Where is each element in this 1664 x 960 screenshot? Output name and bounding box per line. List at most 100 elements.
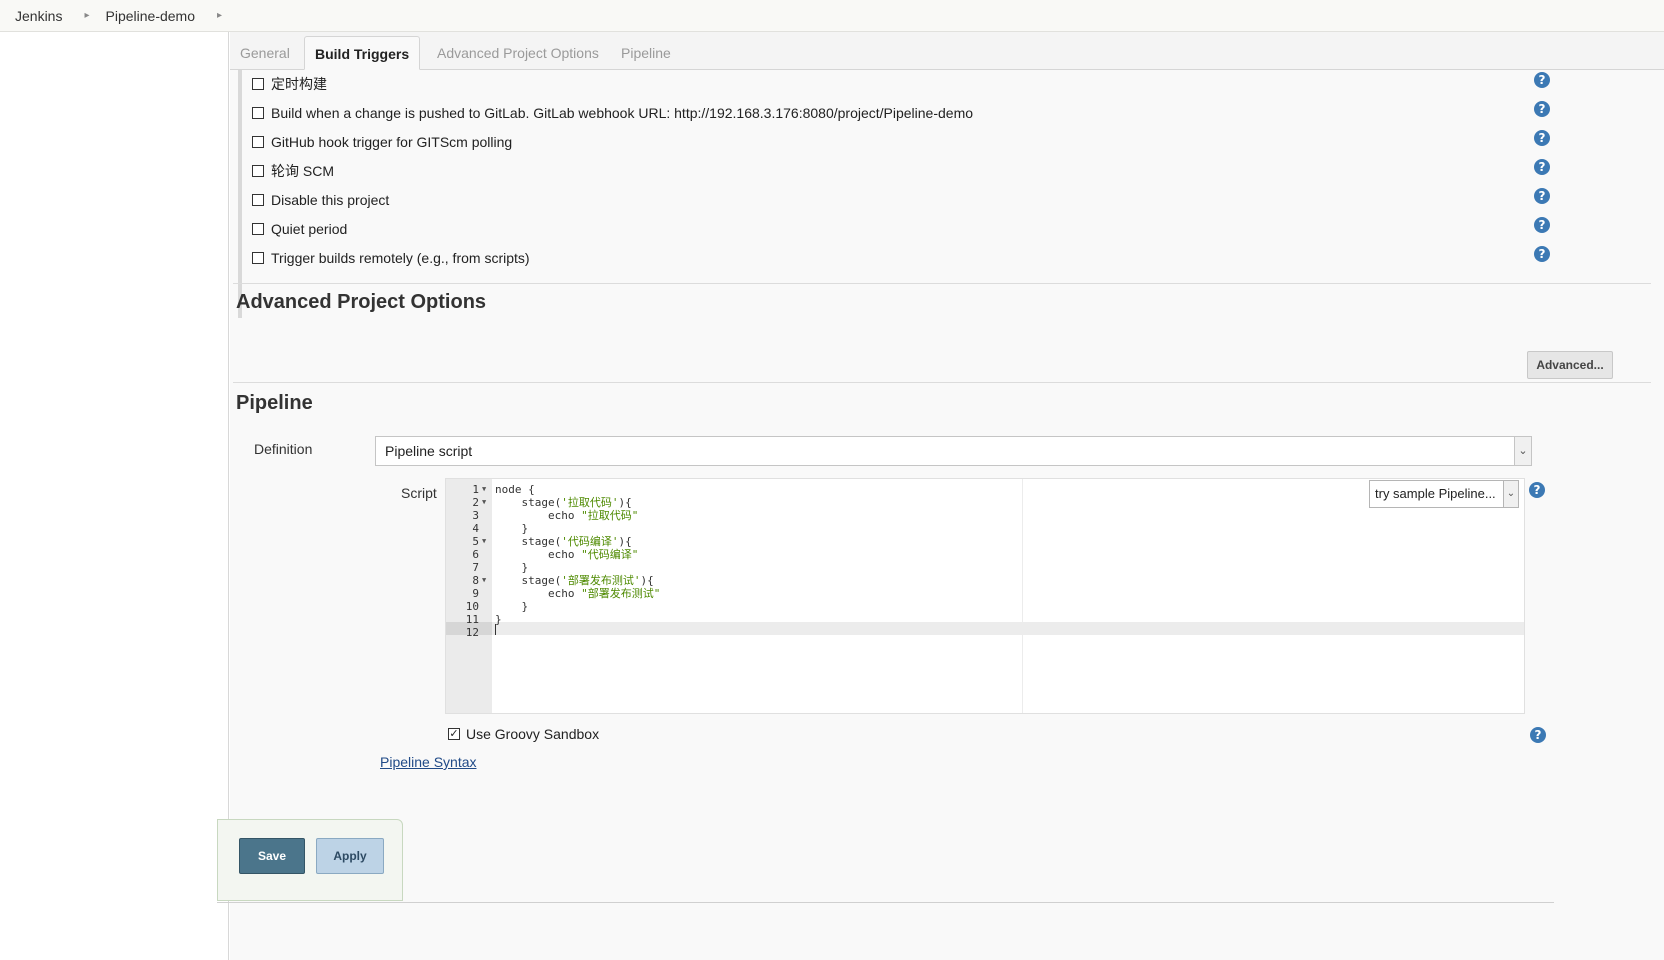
fold-toggle-icon[interactable]: ▼ <box>482 574 486 587</box>
fold-toggle-icon[interactable]: ▼ <box>482 535 486 548</box>
section-divider <box>233 382 1651 383</box>
code-line: 10 } <box>446 600 1524 613</box>
help-icon[interactable]: ? <box>1534 217 1550 233</box>
tab-pipeline[interactable]: Pipeline <box>611 36 681 70</box>
help-icon[interactable]: ? <box>1534 72 1550 88</box>
code-line: 11} <box>446 613 1524 626</box>
advanced-button[interactable]: Advanced... <box>1527 351 1613 379</box>
trigger-label: Trigger builds remotely (e.g., from scri… <box>271 250 530 266</box>
string-literal: "拉取代码" <box>581 509 639 522</box>
help-icon[interactable]: ? <box>1534 130 1550 146</box>
help-icon[interactable]: ? <box>1534 246 1550 262</box>
code-text: echo "拉取代码" <box>495 509 639 522</box>
string-literal: "部署发布测试" <box>581 587 661 600</box>
code-line: 12 <box>446 626 1524 639</box>
code-line: 2 ▼ stage('拉取代码'){ <box>446 496 1524 509</box>
code-line: 4 } <box>446 522 1524 535</box>
apply-button[interactable]: Apply <box>316 838 384 874</box>
script-editor[interactable]: 1 ▼ node {2 ▼ stage('拉取代码'){3 echo "拉取代码" 4 … <box>445 478 1525 714</box>
script-label: Script <box>401 485 437 501</box>
groovy-sandbox-row: ✓ Use Groovy Sandbox <box>448 726 599 742</box>
section-divider <box>233 283 1651 284</box>
line-number: 4 <box>472 522 479 535</box>
code-text: stage('拉取代码'){ <box>495 496 632 509</box>
code-text: node { <box>495 483 535 496</box>
breadcrumb-separator-icon[interactable]: ▸ <box>217 10 222 21</box>
code-text: } <box>495 522 529 535</box>
pipeline-syntax-link[interactable]: Pipeline Syntax <box>380 754 477 770</box>
trigger-label: Build when a change is pushed to GitLab.… <box>271 105 974 121</box>
code-line: 7 } <box>446 561 1524 574</box>
breadcrumb-separator-icon[interactable]: ▸ <box>84 10 89 21</box>
tab-advanced-project-options[interactable]: Advanced Project Options <box>427 36 609 70</box>
trigger-checkbox[interactable] <box>252 194 264 206</box>
save-button[interactable]: Save <box>239 838 305 874</box>
trigger-label: 定时构建 <box>271 76 327 92</box>
trigger-checkbox[interactable] <box>252 165 264 177</box>
chevron-down-icon[interactable]: ⌄ <box>1503 481 1518 507</box>
trigger-checkbox[interactable] <box>252 223 264 235</box>
chevron-down-icon[interactable]: ⌄ <box>1514 437 1531 465</box>
help-icon[interactable]: ? <box>1534 159 1550 175</box>
trigger-row: Disable this project <box>252 190 389 210</box>
line-number: 5 <box>472 535 479 548</box>
trigger-row: 轮询 SCM <box>252 161 334 181</box>
trigger-row: GitHub hook trigger for GITScm polling <box>252 132 512 152</box>
definition-select[interactable]: Pipeline script ⌄ <box>375 436 1532 466</box>
help-icon[interactable]: ? <box>1534 188 1550 204</box>
groovy-sandbox-label: Use Groovy Sandbox <box>466 726 600 742</box>
string-literal: '部署发布测试' <box>561 574 641 587</box>
build-triggers-section: 定时构建 Build when a change is pushed to Gi… <box>238 70 1658 318</box>
code-line: 5 ▼ stage('代码编译'){ <box>446 535 1524 548</box>
trigger-checkbox[interactable] <box>252 78 264 90</box>
definition-select-value: Pipeline script <box>385 443 473 459</box>
breadcrumb-job[interactable]: Pipeline-demo <box>106 8 196 24</box>
trigger-label: GitHub hook trigger for GITScm polling <box>271 134 513 150</box>
line-number: 9 <box>472 587 479 600</box>
trigger-row: Trigger builds remotely (e.g., from scri… <box>252 248 530 268</box>
code-line: 8 ▼ stage('部署发布测试'){ <box>446 574 1524 587</box>
config-tabbar: General Build Triggers Advanced Project … <box>230 32 1664 70</box>
code-text: } <box>495 561 529 574</box>
line-number: 1 <box>472 483 479 496</box>
code-text: stage('部署发布测试'){ <box>495 574 654 587</box>
trigger-row: Build when a change is pushed to GitLab.… <box>252 103 973 123</box>
sample-pipeline-select[interactable]: try sample Pipeline... ⌄ <box>1369 480 1519 508</box>
side-panel <box>0 32 229 960</box>
trigger-label: Quiet period <box>271 221 348 237</box>
string-literal: '代码编译' <box>561 535 619 548</box>
code-line: 6 echo "代码编译" <box>446 548 1524 561</box>
code-line: 9 echo "部署发布测试" <box>446 587 1524 600</box>
pipeline-title: Pipeline <box>236 392 313 414</box>
advanced-options-title: Advanced Project Options <box>236 291 487 313</box>
string-literal: "代码编译" <box>581 548 639 561</box>
help-icon[interactable]: ? <box>1534 101 1550 117</box>
trigger-row: Quiet period <box>252 219 347 239</box>
code-text: echo "部署发布测试" <box>495 587 661 600</box>
string-literal: '拉取代码' <box>561 496 619 509</box>
trigger-checkbox[interactable] <box>252 252 264 264</box>
line-number: 12 <box>465 626 479 639</box>
bottom-divider <box>217 902 1554 903</box>
trigger-label: 轮询 SCM <box>271 163 334 179</box>
trigger-label: Disable this project <box>271 192 390 208</box>
definition-label: Definition <box>254 441 313 457</box>
line-number: 3 <box>472 509 479 522</box>
line-number: 11 <box>465 613 479 626</box>
trigger-checkbox[interactable] <box>252 136 264 148</box>
trigger-checkbox[interactable] <box>252 107 264 119</box>
fold-toggle-icon[interactable]: ▼ <box>482 483 486 496</box>
code-line: 3 echo "拉取代码" <box>446 509 1524 522</box>
code-text: stage('代码编译'){ <box>495 535 632 548</box>
tab-build-triggers[interactable]: Build Triggers <box>304 36 421 70</box>
help-icon[interactable]: ? <box>1529 482 1545 498</box>
code-line: 1 ▼ node { <box>446 483 1524 496</box>
fold-toggle-icon[interactable]: ▼ <box>482 496 486 509</box>
editor-cursor <box>495 624 496 635</box>
line-number: 7 <box>472 561 479 574</box>
tab-general[interactable]: General <box>230 36 300 70</box>
code-text: echo "代码编译" <box>495 548 639 561</box>
help-icon[interactable]: ? <box>1530 727 1546 743</box>
groovy-sandbox-checkbox[interactable]: ✓ <box>448 728 460 740</box>
breadcrumb-jenkins[interactable]: Jenkins <box>0 8 62 24</box>
